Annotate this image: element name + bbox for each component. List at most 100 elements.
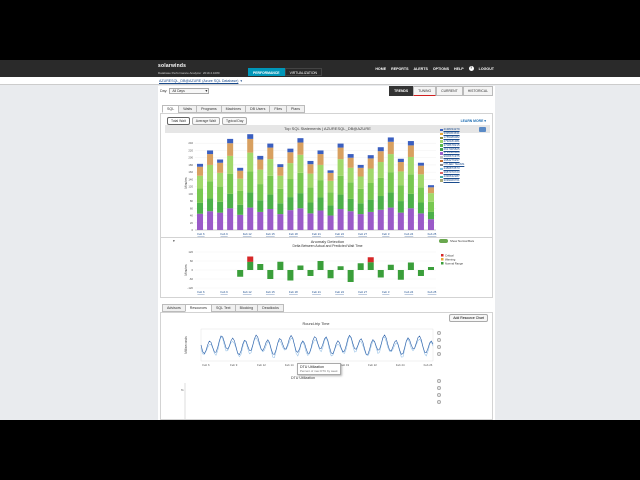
info-icon[interactable] <box>437 393 441 397</box>
bar-segment <box>277 167 284 176</box>
settings-icon[interactable] <box>437 386 441 390</box>
subtab-total-wait[interactable]: Total Wait <box>167 117 190 125</box>
y-axis-label: Minutes <box>184 264 188 276</box>
bar-segment <box>287 163 294 180</box>
tab-virtualization[interactable]: VIRTUALIZATION <box>284 68 322 76</box>
bar-segment <box>407 208 414 230</box>
x-tick-label: Feb 19 <box>340 363 349 367</box>
x-tick-label: Feb 9 <box>221 232 229 236</box>
zoom-icon[interactable] <box>437 331 441 335</box>
bar-segment <box>387 207 394 230</box>
bar-segment <box>227 173 234 194</box>
bar-segment <box>297 142 304 155</box>
bar-segment <box>227 208 234 230</box>
bar-segment <box>367 199 374 212</box>
tab-db-users[interactable]: DB Users <box>245 105 271 113</box>
bar-segment <box>237 214 244 230</box>
subtab-typical-day[interactable]: Typical Day <box>221 117 248 125</box>
remove-icon[interactable] <box>437 400 441 404</box>
bar-segment <box>427 187 434 194</box>
tab-machines[interactable]: Machines <box>220 105 247 113</box>
legend-swatch <box>440 132 443 136</box>
bar-segment <box>337 194 344 210</box>
bar-segment <box>357 214 364 230</box>
bar-segment <box>227 138 234 144</box>
bar-segment <box>387 137 394 142</box>
anomaly-legend-swatch <box>441 258 444 261</box>
x-tick-label: Feb 21 <box>312 232 321 236</box>
dtu-chart: % <box>181 383 186 419</box>
tab-resources[interactable]: Resources <box>184 304 212 312</box>
tab-sql-text[interactable]: SQL Text <box>210 304 236 312</box>
x-tick-label: Feb 24 <box>405 232 414 236</box>
anomaly-bar <box>327 270 334 279</box>
bar-segment <box>307 202 314 214</box>
x-tick-label: Feb 18 <box>289 290 298 294</box>
tab-performance[interactable]: PERFORMANCE <box>248 68 285 76</box>
subtab-average-wait[interactable]: Average Wait <box>191 117 220 125</box>
learn-more-link[interactable]: LEARN MORE ▾ <box>461 119 486 123</box>
zoom-icon[interactable] <box>437 379 441 383</box>
bar-segment <box>227 143 234 156</box>
tab-programs[interactable]: Programs <box>196 105 222 113</box>
bar-segment <box>317 197 324 211</box>
bar-segment <box>327 170 334 173</box>
bar-segment <box>257 155 264 160</box>
anomaly-bar <box>317 261 324 270</box>
bar-segment <box>287 148 294 153</box>
tab-deadlocks[interactable]: Deadlocks <box>257 304 284 312</box>
remove-icon[interactable] <box>437 352 441 356</box>
tab-plans[interactable]: Plans <box>286 105 306 113</box>
tab-current[interactable]: CURRENT <box>436 86 463 96</box>
info-icon[interactable] <box>437 345 441 349</box>
solarwinds-logo[interactable]: solarwinds Database Performance Analyzer… <box>158 63 220 75</box>
nav-alerts[interactable]: ALERTS <box>413 66 427 72</box>
tab-sql[interactable]: SQL <box>162 105 180 113</box>
bar-segment <box>397 201 404 213</box>
nav-reports[interactable]: REPORTS <box>391 66 408 72</box>
bar-segment <box>267 159 274 176</box>
bar-segment <box>307 187 314 203</box>
bar-segment <box>377 209 384 230</box>
tab-historical[interactable]: HISTORICAL <box>462 86 493 96</box>
legend-swatch <box>440 148 443 151</box>
tab-blocking[interactable]: Blocking <box>234 304 259 312</box>
x-tick-label: Feb 6 <box>197 232 205 236</box>
y-tick-label: 200 <box>188 156 193 160</box>
tab-tuning[interactable]: TUNING <box>413 86 437 96</box>
bar-segment <box>317 154 324 165</box>
anomaly-legend-swatch <box>441 262 444 265</box>
y-tick-label: 0 <box>191 268 193 272</box>
tab-files[interactable]: Files <box>269 105 288 113</box>
add-resource-chart-button[interactable]: Add Resource Chart <box>449 314 488 322</box>
tab-advisors[interactable]: Advisors <box>162 304 186 312</box>
show-normal-bars-toggle[interactable] <box>439 239 448 243</box>
bar-segment <box>347 167 354 183</box>
legend-swatch <box>440 152 443 155</box>
bar-segment <box>337 159 344 176</box>
nav-home[interactable]: HOME <box>375 66 386 72</box>
tab-waits[interactable]: Waits <box>178 105 198 113</box>
legend-swatch <box>440 163 443 167</box>
nav-options[interactable]: OPTIONS <box>433 66 449 72</box>
bar-segment <box>307 173 314 188</box>
x-tick-label: Feb 9 <box>230 363 238 367</box>
legend-swatch <box>440 128 443 132</box>
database-selector[interactable]: AZURESQL_DB@AZURE (Azure SQL Database) ▾ <box>159 78 242 84</box>
date-select[interactable]: All Days <box>169 88 210 94</box>
date-label: Day: <box>160 89 168 93</box>
nav-help[interactable]: HELP <box>454 66 464 72</box>
bar-segment <box>287 152 294 164</box>
help-icon[interactable]: ? <box>468 66 474 71</box>
anomaly-bar <box>427 267 434 270</box>
legend-item[interactable]: 3099469761 <box>440 178 500 183</box>
nav-logout[interactable]: LOGOUT <box>479 66 494 72</box>
bar-segment <box>247 207 254 230</box>
bar-segment <box>327 215 334 230</box>
anomaly-bar <box>237 270 244 277</box>
legend-swatch <box>440 144 443 147</box>
tab-trends[interactable]: TRENDS <box>389 86 414 96</box>
top-sql-section: Total Wait Average Wait Typical Day LEAR… <box>160 113 493 238</box>
settings-icon[interactable] <box>437 338 441 342</box>
x-tick-label: Feb 24 <box>405 290 414 294</box>
